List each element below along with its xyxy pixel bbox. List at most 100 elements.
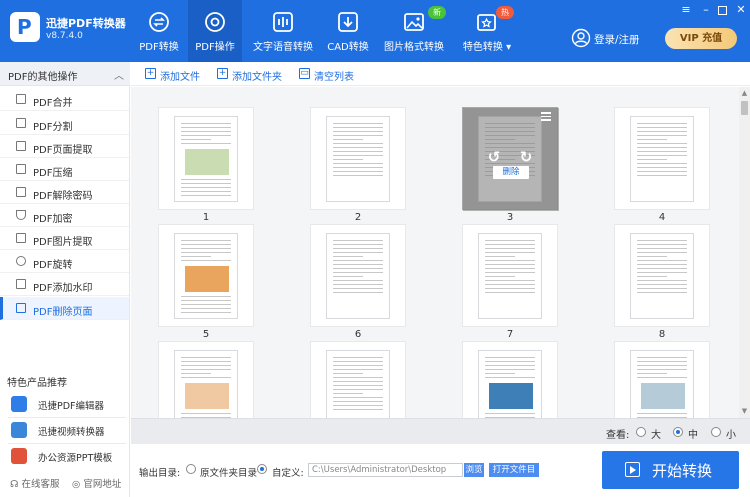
- website-label: 官网地址: [83, 479, 122, 490]
- page-thumbnail[interactable]: [462, 224, 558, 327]
- text-line: [485, 288, 535, 289]
- text-line: [333, 377, 383, 378]
- page-thumbnail[interactable]: [614, 341, 710, 418]
- nav-text-voice[interactable]: 文字语音转换: [253, 0, 313, 62]
- delete-page-button[interactable]: 删除: [493, 166, 529, 179]
- recommend-pdf-editor[interactable]: 迅捷PDF编辑器: [8, 393, 126, 415]
- service-link[interactable]: ☊ 在线客服: [10, 476, 60, 490]
- sidebar-item-rotate[interactable]: PDF旋转: [0, 250, 129, 273]
- sidebar-item-watermark[interactable]: PDF添加水印: [0, 273, 129, 296]
- text-line: [333, 276, 363, 277]
- view-medium-radio[interactable]: [673, 427, 683, 437]
- source-folder-label: 原文件夹目录: [200, 468, 258, 479]
- nav-pdf-operate[interactable]: PDF操作: [188, 0, 242, 62]
- text-line: [485, 244, 535, 245]
- view-option-label: 大: [651, 430, 661, 441]
- text-line: [181, 248, 231, 249]
- rotate-right-icon[interactable]: ↻: [519, 150, 533, 165]
- play-icon: [625, 462, 640, 477]
- video-converter-icon: [11, 422, 27, 438]
- page-thumbnail[interactable]: [310, 341, 406, 418]
- website-link[interactable]: ◎ 官网地址: [72, 476, 121, 490]
- page-number: 2: [354, 212, 362, 223]
- page-thumbnail[interactable]: [614, 107, 710, 210]
- output-path-input[interactable]: [308, 463, 463, 477]
- sidebar-item-label: PDF分割: [33, 122, 73, 133]
- text-line: [333, 292, 383, 293]
- sidebar-item-decrypt[interactable]: PDF解除密码: [0, 181, 129, 204]
- sidebar-item-label: PDF压缩: [33, 168, 73, 179]
- delete-page-icon: [16, 303, 26, 313]
- add-folder-button[interactable]: 添加文件夹: [232, 68, 282, 83]
- scroll-up-icon[interactable]: ▲: [740, 89, 749, 98]
- page-thumbnail[interactable]: [310, 224, 406, 327]
- scrollbar[interactable]: ▲ ▼: [739, 87, 750, 418]
- page-thumbnail[interactable]: [310, 107, 406, 210]
- start-convert-button[interactable]: 开始转换: [602, 451, 739, 489]
- view-small-radio[interactable]: [711, 427, 721, 437]
- voice-icon: [273, 12, 293, 32]
- recommend-ppt-template[interactable]: 办公资源PPT模板: [8, 445, 126, 467]
- scrollbar-thumb[interactable]: [741, 101, 748, 115]
- clear-list-button[interactable]: 清空列表: [314, 68, 354, 83]
- page-thumbnail[interactable]: [158, 107, 254, 210]
- text-line: [637, 163, 687, 164]
- image-convert-icon: [404, 13, 424, 31]
- add-file-icon: +: [145, 68, 156, 79]
- nav-pdf-convert[interactable]: PDF转换: [133, 0, 185, 62]
- page-number: 7: [506, 329, 514, 340]
- text-line: [181, 240, 231, 241]
- text-line: [333, 369, 383, 370]
- sidebar-item-compress[interactable]: PDF压缩: [0, 158, 129, 181]
- globe-icon: ◎: [72, 479, 81, 490]
- sidebar-item-merge[interactable]: PDF合并: [0, 88, 129, 111]
- menu-icon[interactable]: ≡: [680, 4, 692, 16]
- nav-label: PDF转换: [139, 42, 179, 53]
- text-line: [637, 264, 687, 265]
- text-line: [637, 256, 667, 257]
- page-thumbnail[interactable]: [158, 224, 254, 327]
- add-folder-icon: +: [217, 68, 228, 79]
- sidebar-item-extract-pages[interactable]: PDF页面提取: [0, 135, 129, 158]
- sidebar-item-delete-pages[interactable]: PDF删除页面: [0, 297, 129, 320]
- open-folder-button[interactable]: 打开文件目录: [489, 463, 539, 489]
- scroll-down-icon[interactable]: ▼: [740, 407, 749, 416]
- view-large-radio[interactable]: [636, 427, 646, 437]
- close-icon[interactable]: ✕: [735, 4, 747, 16]
- rotate-left-icon[interactable]: ↺: [487, 150, 501, 165]
- source-folder-radio[interactable]: [186, 464, 196, 474]
- start-convert-label: 开始转换: [652, 462, 713, 480]
- custom-folder-radio[interactable]: [257, 464, 267, 474]
- minimize-icon[interactable]: –: [700, 4, 712, 16]
- sidebar-item-encrypt[interactable]: PDF加密: [0, 204, 129, 227]
- page-number: 4: [658, 212, 666, 223]
- page-preview: [630, 116, 694, 202]
- text-line: [181, 252, 231, 253]
- nav-label: PDF操作: [195, 42, 235, 53]
- text-line: [333, 405, 383, 406]
- add-file-button[interactable]: 添加文件: [160, 68, 200, 83]
- sidebar-item-image-extract[interactable]: PDF图片提取: [0, 227, 129, 250]
- nav-cad[interactable]: CAD转换: [325, 0, 371, 62]
- text-line: [485, 260, 535, 261]
- page-thumbnail[interactable]: [614, 224, 710, 327]
- ppt-template-icon: [11, 448, 27, 464]
- chevron-up-icon[interactable]: ︿: [114, 67, 124, 82]
- page-thumbnail[interactable]: [462, 341, 558, 418]
- page-menu-icon[interactable]: [541, 112, 551, 121]
- browse-button[interactable]: 浏览: [464, 463, 484, 477]
- sidebar-header[interactable]: PDF的其他操作 ︿: [0, 62, 130, 86]
- vip-button[interactable]: VIP 充值: [665, 28, 737, 49]
- page-thumbnail[interactable]: [158, 341, 254, 418]
- text-line: [333, 357, 383, 358]
- text-line: [485, 268, 535, 269]
- recommend-video-converter[interactable]: 迅捷视频转换器: [8, 419, 126, 441]
- login-button[interactable]: 登录/注册: [594, 32, 640, 47]
- sidebar-item-label: PDF添加水印: [33, 283, 93, 294]
- text-line: [637, 131, 687, 132]
- watermark-icon: [16, 279, 26, 289]
- selection-overlay: [463, 108, 559, 211]
- page-thumbnail[interactable]: ↺ ↻ 删除: [462, 107, 559, 211]
- sidebar-item-split[interactable]: PDF分割: [0, 112, 129, 135]
- maximize-icon[interactable]: [718, 6, 727, 15]
